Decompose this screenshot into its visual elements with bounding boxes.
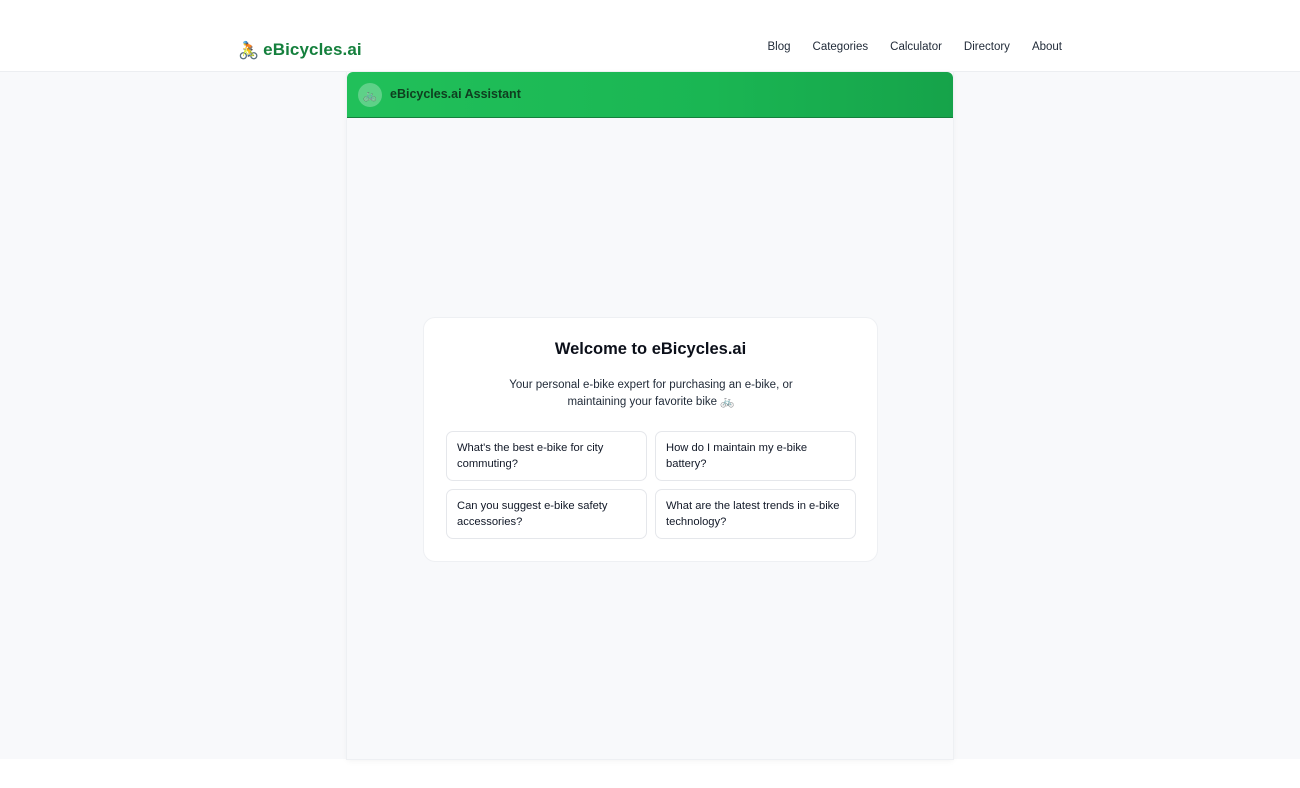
nav-link-about[interactable]: About bbox=[1032, 41, 1062, 53]
nav-link-categories[interactable]: Categories bbox=[813, 41, 869, 53]
bicycle-icon: 🚲 bbox=[358, 83, 382, 107]
suggestion-city-commuting-button[interactable]: What's the best e-bike for city commutin… bbox=[446, 431, 647, 481]
suggestion-safety-accessories-button[interactable]: Can you suggest e-bike safety accessorie… bbox=[446, 489, 647, 539]
welcome-title: Welcome to eBicycles.ai bbox=[554, 340, 747, 358]
nav-links: Blog Categories Calculator Directory Abo… bbox=[767, 41, 1062, 53]
suggestion-technology-trends-button[interactable]: What are the latest trends in e-bike tec… bbox=[655, 489, 856, 539]
nav-link-directory[interactable]: Directory bbox=[964, 41, 1010, 53]
brand-logo-link[interactable]: 🚴 eBicycles.ai bbox=[238, 38, 362, 62]
assistant-title: eBicycles.ai Assistant bbox=[390, 87, 521, 101]
suggestion-battery-maintenance-button[interactable]: How do I maintain my e-bike battery? bbox=[655, 431, 856, 481]
top-navigation: 🚴 eBicycles.ai Blog Categories Calculato… bbox=[0, 0, 1300, 72]
cyclist-icon: 🚴 bbox=[238, 40, 260, 60]
assistant-header: 🚲 eBicycles.ai Assistant bbox=[347, 72, 953, 118]
welcome-card: Welcome to eBicycles.ai Your personal e-… bbox=[423, 317, 878, 562]
nav-link-blog[interactable]: Blog bbox=[767, 41, 790, 53]
welcome-subtitle: Your personal e-bike expert for purchasi… bbox=[509, 379, 793, 408]
nav-link-calculator[interactable]: Calculator bbox=[890, 41, 942, 53]
brand-name: eBicycles.ai bbox=[263, 40, 362, 59]
